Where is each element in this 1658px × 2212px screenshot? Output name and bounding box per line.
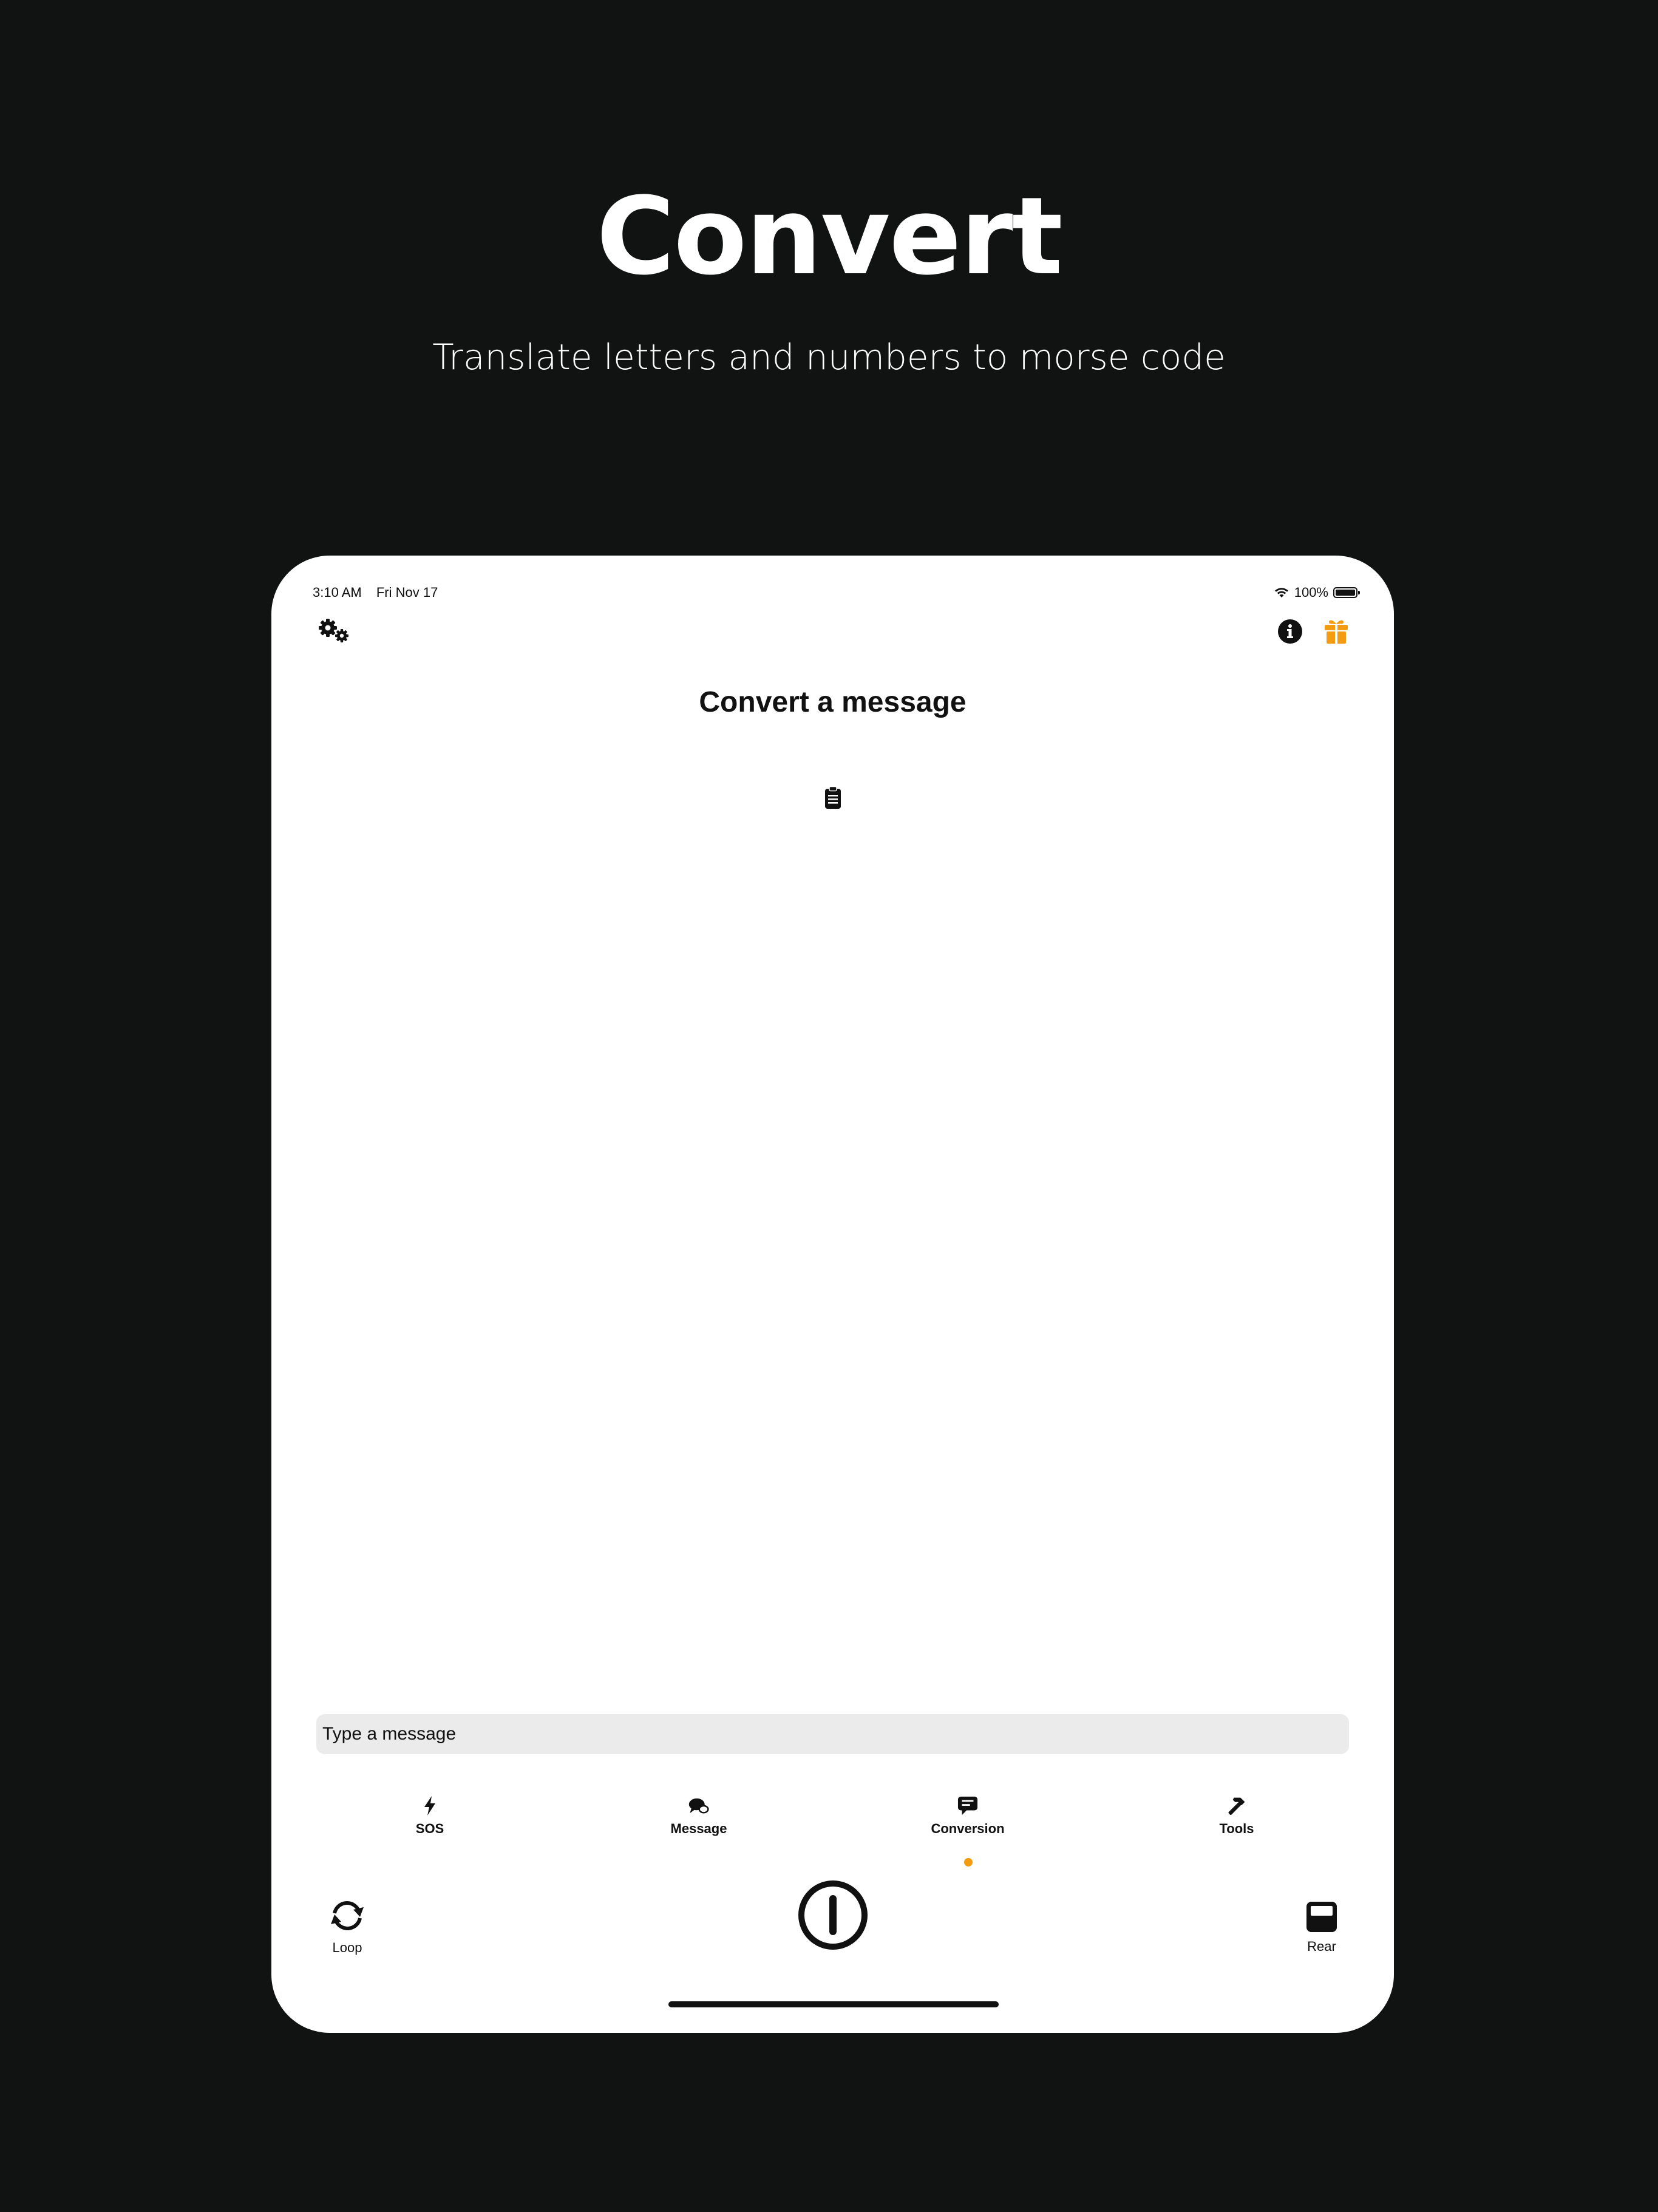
message-text-icon — [957, 1795, 978, 1816]
rear-camera-button[interactable]: Rear — [1294, 1901, 1349, 1955]
selected-tab-indicator — [964, 1858, 973, 1867]
power-button[interactable] — [797, 1879, 869, 1951]
status-bar-right: 100% — [1274, 584, 1360, 602]
rear-flash-icon — [1306, 1902, 1337, 1932]
tab-label: SOS — [415, 1821, 444, 1836]
battery-icon — [1333, 587, 1360, 598]
loop-label: Loop — [332, 1940, 362, 1955]
tab-label: Tools — [1219, 1821, 1254, 1836]
loop-button[interactable]: Loop — [320, 1897, 375, 1956]
status-date: Fri Nov 17 — [376, 585, 438, 600]
gears-icon — [319, 619, 348, 642]
bolt-icon — [420, 1795, 440, 1816]
hammer-icon — [1226, 1795, 1247, 1816]
info-button[interactable] — [1276, 618, 1304, 645]
chat-bubbles-icon — [688, 1795, 709, 1816]
loop-icon — [331, 1901, 364, 1930]
gift-icon — [1325, 620, 1348, 644]
home-indicator — [668, 2001, 999, 2007]
info-icon — [1278, 619, 1302, 644]
status-bar-time: 3:10 AM Fri Nov 17 — [313, 584, 449, 602]
device-screen: 3:10 AM Fri Nov 17 100% Convert a messag… — [271, 556, 1394, 2033]
tab-label: Message — [670, 1821, 727, 1836]
settings-gears-button[interactable] — [316, 616, 353, 645]
status-time: 3:10 AM — [313, 585, 362, 600]
tab-label: Conversion — [931, 1821, 1005, 1836]
tab-conversion[interactable]: Conversion — [895, 1795, 1041, 1837]
tab-sos[interactable]: SOS — [357, 1795, 503, 1837]
clipboard-icon — [825, 786, 841, 809]
hero-title: Convert — [596, 174, 1062, 299]
tab-message[interactable]: Message — [626, 1795, 772, 1837]
power-icon — [798, 1880, 868, 1950]
wifi-icon — [1274, 588, 1288, 597]
battery-percent: 100% — [1294, 585, 1328, 600]
message-input[interactable] — [316, 1714, 1349, 1754]
tab-tools[interactable]: Tools — [1164, 1795, 1310, 1837]
rear-label: Rear — [1307, 1939, 1336, 1954]
screen-title: Convert a message — [699, 686, 967, 718]
paste-button[interactable] — [821, 783, 844, 812]
hero-subtitle: Translate letters and numbers to morse c… — [432, 336, 1226, 378]
gift-button[interactable] — [1322, 616, 1350, 645]
